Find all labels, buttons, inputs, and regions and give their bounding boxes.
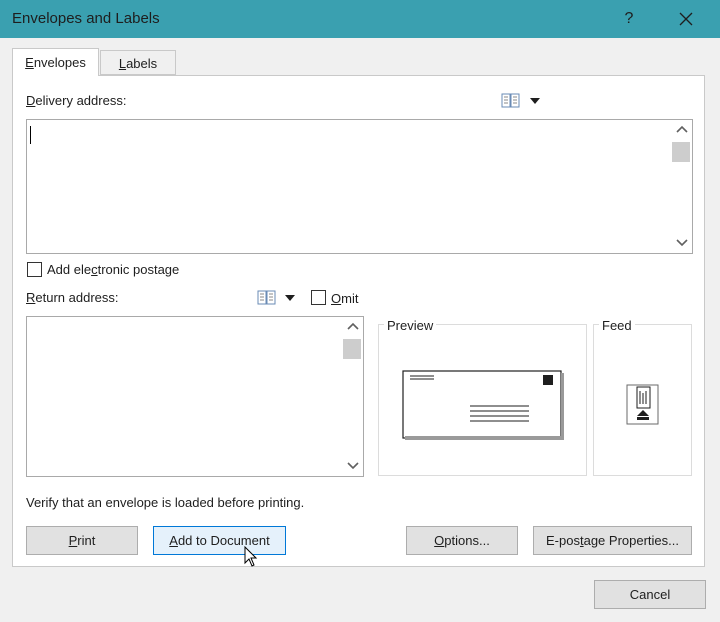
- window-title: Envelopes and Labels: [12, 10, 160, 27]
- tab-envelopes-accel: E: [25, 55, 34, 70]
- feed-label: Feed: [599, 318, 635, 333]
- cancel-button[interactable]: Cancel: [594, 580, 706, 609]
- return-address-accel: R: [26, 290, 36, 305]
- print-rest: rint: [77, 533, 96, 548]
- feed-preview[interactable]: [626, 384, 660, 429]
- electronic-postage-checkbox[interactable]: [27, 262, 42, 277]
- delivery-address-scrollbar[interactable]: [672, 120, 692, 253]
- tab-labels[interactable]: Labels: [100, 50, 176, 75]
- scroll-up-icon: [347, 322, 359, 330]
- print-button[interactable]: Print: [26, 526, 138, 555]
- text-caret: [30, 126, 31, 144]
- return-address-book-button[interactable]: [256, 289, 300, 307]
- envelope-preview[interactable]: [402, 370, 564, 445]
- envelope-feed-icon: [626, 384, 659, 425]
- epostage-after: age Properties...: [583, 533, 679, 548]
- omit-label[interactable]: Omit: [331, 291, 358, 306]
- close-button[interactable]: [670, 4, 702, 34]
- help-button[interactable]: ?: [615, 4, 643, 34]
- chevron-down-icon: [285, 295, 295, 301]
- delivery-address-accel: D: [26, 93, 36, 108]
- add-to-document-accel: A: [169, 533, 178, 548]
- chevron-down-icon: [530, 98, 540, 104]
- tab-labels-rest: abels: [126, 56, 158, 71]
- electronic-postage-label-after: tronic postage: [97, 262, 180, 277]
- return-address-label-rest: eturn address:: [35, 290, 119, 305]
- add-to-document-button[interactable]: Add to Document: [153, 526, 286, 555]
- return-address-input[interactable]: [26, 316, 364, 477]
- options-accel: O: [434, 533, 445, 548]
- options-rest: ptions...: [444, 533, 490, 548]
- arrow-cursor-icon: [244, 545, 258, 567]
- delivery-address-book-button[interactable]: [500, 92, 544, 110]
- tab-envelopes[interactable]: Envelopes: [12, 48, 99, 76]
- electronic-postage-label[interactable]: Add electronic postage: [47, 262, 179, 277]
- address-book-icon: [501, 93, 520, 108]
- electronic-postage-label-before: Add ele: [47, 262, 92, 277]
- epostage-properties-button[interactable]: E-postage Properties...: [533, 526, 692, 555]
- tab-labels-accel: L: [118, 56, 127, 71]
- epostage-before: E-pos: [546, 533, 580, 548]
- print-accel: P: [68, 533, 78, 548]
- mouse-cursor: [244, 545, 258, 571]
- verify-envelope-text: Verify that an envelope is loaded before…: [26, 495, 305, 510]
- return-address-label: Return address:: [26, 290, 119, 305]
- address-book-icon: [257, 290, 276, 305]
- delivery-address-label-rest: elivery address:: [35, 93, 127, 108]
- omit-checkbox[interactable]: [311, 290, 326, 305]
- omit-label-rest: mit: [341, 291, 359, 306]
- tab-envelopes-rest: nvelopes: [33, 55, 86, 70]
- return-address-scrollbar[interactable]: [343, 317, 363, 476]
- preview-label: Preview: [384, 318, 437, 333]
- options-button[interactable]: Options...: [406, 526, 518, 555]
- scroll-down-icon: [347, 462, 359, 470]
- envelope-icon: [402, 370, 564, 440]
- omit-accel: O: [331, 291, 342, 306]
- return-address-scroll-thumb[interactable]: [343, 339, 361, 359]
- delivery-address-input[interactable]: [26, 119, 693, 254]
- scroll-down-icon: [676, 239, 688, 247]
- close-icon: [679, 12, 693, 26]
- delivery-address-scroll-thumb[interactable]: [672, 142, 690, 162]
- scroll-up-icon: [676, 125, 688, 133]
- delivery-address-label: Delivery address:: [26, 93, 126, 108]
